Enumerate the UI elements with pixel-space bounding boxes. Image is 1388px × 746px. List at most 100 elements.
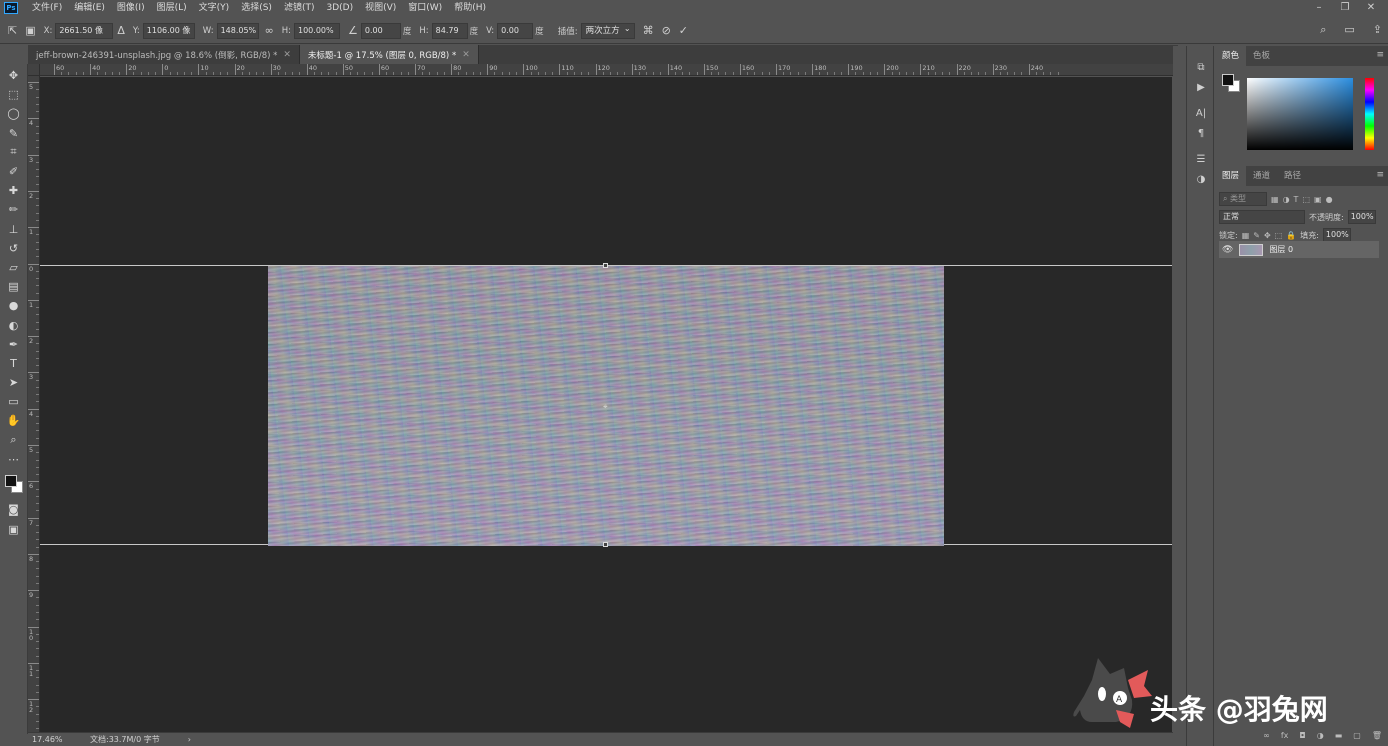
lock-pixels-icon[interactable]: ▦ [1242,231,1250,240]
lock-all-icon[interactable]: 🔒 [1286,231,1296,240]
menu-image[interactable]: 图像(I) [111,0,151,16]
vskew-field[interactable]: 0.00 [497,22,534,39]
history-brush-tool-icon[interactable]: ↺ [3,239,25,257]
adjustments-icon[interactable]: ◑ [1187,170,1215,190]
zoom-tool-icon[interactable]: ⌕ [3,431,25,449]
visibility-eye-icon[interactable]: 👁 [1222,245,1233,255]
tab-jeff-brown[interactable]: jeff-brown-246391-unsplash.jpg @ 18.6% (… [28,45,300,64]
share-icon[interactable]: ⇪ [1373,23,1382,37]
tab-channels[interactable]: 通道 [1246,166,1277,186]
canvas-area[interactable]: ⌖ [40,77,1172,732]
minimize-icon[interactable]: – [1306,0,1332,16]
marquee-tool-icon[interactable]: ⬚ [3,86,25,104]
transform-tool-icon[interactable]: ⇱ [8,24,17,37]
tab-color[interactable]: 颜色 [1215,46,1247,66]
panel-menu-icon[interactable]: ≡ [1376,170,1384,180]
workspace-icon[interactable]: ▭ [1344,23,1354,37]
hue-slider[interactable] [1365,78,1374,150]
tab-untitled[interactable]: 未标题-1 @ 17.5% (图层 0, RGB/8) * ✕ [299,45,479,64]
angle-field[interactable]: 0.00 [360,22,401,39]
tab-swatches[interactable]: 色板 [1246,46,1277,66]
close-icon[interactable]: ✕ [1358,0,1384,16]
quick-mask-icon[interactable]: ◙ [3,501,25,519]
filter-smart-icon[interactable]: ▣ [1314,195,1322,204]
layer-row[interactable]: 👁 图层 0 [1219,241,1379,258]
delta-icon[interactable]: Δ [117,24,125,37]
warp-icon[interactable]: ⌘ [643,24,654,37]
shape-tool-icon[interactable]: ▭ [3,393,25,411]
blur-tool-icon[interactable]: ● [3,297,25,315]
menu-file[interactable]: 文件(F) [26,0,68,16]
commit-transform-icon[interactable]: ✓ [679,24,688,37]
tab-paths[interactable]: 路径 [1277,166,1308,186]
filter-toggle-icon[interactable]: ● [1326,195,1333,204]
menu-select[interactable]: 选择(S) [235,0,278,16]
lock-paint-icon[interactable]: ✎ [1253,231,1260,240]
eraser-tool-icon[interactable]: ▱ [3,258,25,276]
panel-menu-icon[interactable]: ≡ [1376,50,1384,60]
healing-tool-icon[interactable]: ✚ [3,182,25,200]
actions-play-icon[interactable]: ▶ [1187,78,1215,98]
pen-tool-icon[interactable]: ✒ [3,335,25,353]
menu-layer[interactable]: 图层(L) [151,0,193,16]
chevron-right-icon[interactable]: › [188,735,191,744]
screen-mode-icon[interactable]: ▣ [3,520,25,538]
filter-type-icon[interactable]: T [1294,195,1299,204]
vertical-scrollbar[interactable] [1173,46,1186,734]
path-select-tool-icon[interactable]: ➤ [3,374,25,392]
gradient-tool-icon[interactable]: ▤ [3,278,25,296]
more-tools-icon[interactable]: ⋯ [3,450,25,468]
search-icon[interactable]: ⌕ [1320,23,1326,37]
lock-position-icon[interactable]: ✥ [1264,231,1271,240]
brush-tool-icon[interactable]: ✏ [3,201,25,219]
properties-icon[interactable]: ☰ [1187,150,1215,170]
menu-view[interactable]: 视图(V) [359,0,402,16]
transform-handle[interactable] [603,263,608,268]
hand-tool-icon[interactable]: ✋ [3,412,25,430]
lasso-tool-icon[interactable]: ◯ [3,105,25,123]
y-field[interactable]: 1106.00 像 [142,22,195,39]
foreground-color-swatch[interactable] [4,474,17,487]
menu-help[interactable]: 帮助(H) [448,0,492,16]
trash-icon[interactable]: 🗑 [1372,731,1382,740]
x-field[interactable]: 2661.50 像 [55,22,114,39]
foreground-color-swatch[interactable] [1222,74,1234,86]
menu-filter[interactable]: 滤镜(T) [278,0,321,16]
history-icon[interactable]: ⧉ [1187,58,1215,78]
stamp-tool-icon[interactable]: ⊥ [3,220,25,238]
type-tool-icon[interactable]: T [3,354,25,372]
color-picker-field[interactable] [1247,78,1353,150]
close-icon[interactable]: ✕ [462,50,470,60]
menu-window[interactable]: 窗口(W) [402,0,448,16]
interpolation-select[interactable]: 两次立方 [580,22,635,39]
menu-edit[interactable]: 编辑(E) [68,0,111,16]
lock-artboard-icon[interactable]: ⬚ [1275,231,1283,240]
transform-handle[interactable] [603,542,608,547]
filter-shape-icon[interactable]: ⬚ [1302,195,1310,204]
zoom-level[interactable]: 17.46% [32,735,90,744]
dodge-tool-icon[interactable]: ◐ [3,316,25,334]
quick-select-tool-icon[interactable]: ✎ [3,124,25,142]
h-field[interactable]: 100.00% [294,22,340,39]
cancel-transform-icon[interactable]: ⊘ [662,24,671,37]
blend-mode-select[interactable]: 正常 [1219,210,1305,224]
color-swatches[interactable] [3,473,25,495]
fill-field[interactable]: 100% [1322,228,1351,242]
opacity-field[interactable]: 100% [1347,210,1376,224]
restore-icon[interactable]: ❐ [1332,0,1358,16]
eyedropper-tool-icon[interactable]: ✐ [3,163,25,181]
move-tool-icon[interactable]: ✥ [3,67,25,85]
menu-type[interactable]: 文字(Y) [193,0,236,16]
layer-filter-input[interactable]: ⌕ 类型 [1219,192,1267,206]
link-icon[interactable]: ∞ [265,24,274,37]
menu-3d[interactable]: 3D(D) [320,0,359,16]
layer-name[interactable]: 图层 0 [1269,244,1293,255]
filter-pixel-icon[interactable]: ▦ [1271,195,1279,204]
reference-point-icon[interactable]: ▣ [25,24,35,37]
hskew-field[interactable]: 84.79 [431,22,468,39]
filter-adjust-icon[interactable]: ◑ [1283,195,1290,204]
close-icon[interactable]: ✕ [283,50,291,60]
character-icon[interactable]: A| [1187,104,1215,124]
w-field[interactable]: 148.05% [216,22,259,39]
paragraph-icon[interactable]: ¶ [1187,124,1215,144]
